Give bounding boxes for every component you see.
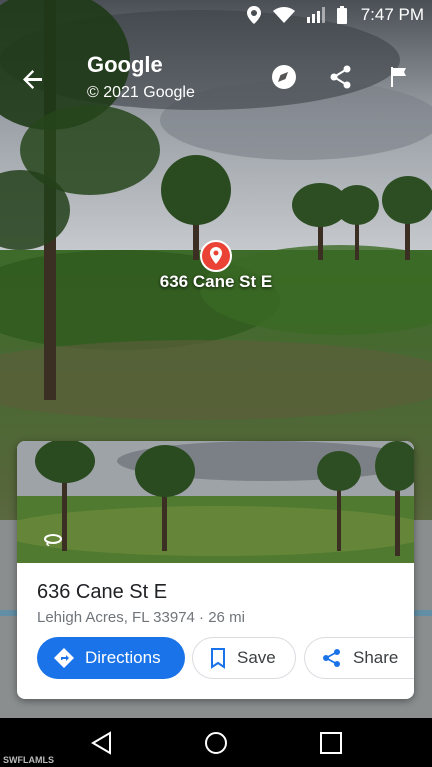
street-view-thumbnail[interactable]	[17, 441, 414, 563]
navigation-bar	[0, 718, 432, 767]
save-label: Save	[237, 648, 276, 667]
360-view-icon	[43, 532, 63, 547]
location-icon	[246, 6, 261, 24]
share-button[interactable]: Share	[304, 637, 414, 679]
location-pin-icon[interactable]	[200, 240, 232, 272]
copyright-text: © 2021 Google	[87, 84, 195, 101]
recents-square-icon[interactable]	[318, 730, 344, 756]
battery-icon	[336, 6, 347, 24]
home-circle-icon[interactable]	[203, 730, 229, 756]
directions-label: Directions	[85, 648, 161, 667]
status-bar: 7:47 PM	[0, 0, 432, 30]
pin-label: 636 Cane St E	[159, 272, 273, 291]
header: Google © 2021 Google	[0, 44, 432, 108]
place-name: 636 Cane St E	[37, 581, 168, 603]
share-label: Share	[353, 648, 399, 667]
directions-icon	[53, 647, 75, 669]
back-arrow-icon[interactable]	[18, 64, 48, 94]
share-icon[interactable]	[326, 62, 356, 92]
save-button[interactable]: Save	[192, 637, 296, 679]
watermark: SWFLAMLS	[3, 755, 54, 765]
bookmark-icon	[209, 647, 227, 669]
compass-icon[interactable]	[269, 62, 299, 92]
back-triangle-icon[interactable]	[89, 730, 115, 756]
place-address-distance: Lehigh Acres, FL 33974 · 26 mi	[37, 609, 245, 626]
flag-icon[interactable]	[384, 62, 414, 92]
wifi-icon	[272, 7, 295, 23]
page-title: Google	[87, 52, 163, 77]
share-icon	[321, 647, 343, 669]
status-time: 7:47 PM	[360, 5, 424, 24]
signal-icon	[306, 7, 325, 23]
place-card[interactable]: 636 Cane St E Lehigh Acres, FL 33974 · 2…	[17, 441, 414, 699]
directions-button[interactable]: Directions	[37, 637, 185, 679]
